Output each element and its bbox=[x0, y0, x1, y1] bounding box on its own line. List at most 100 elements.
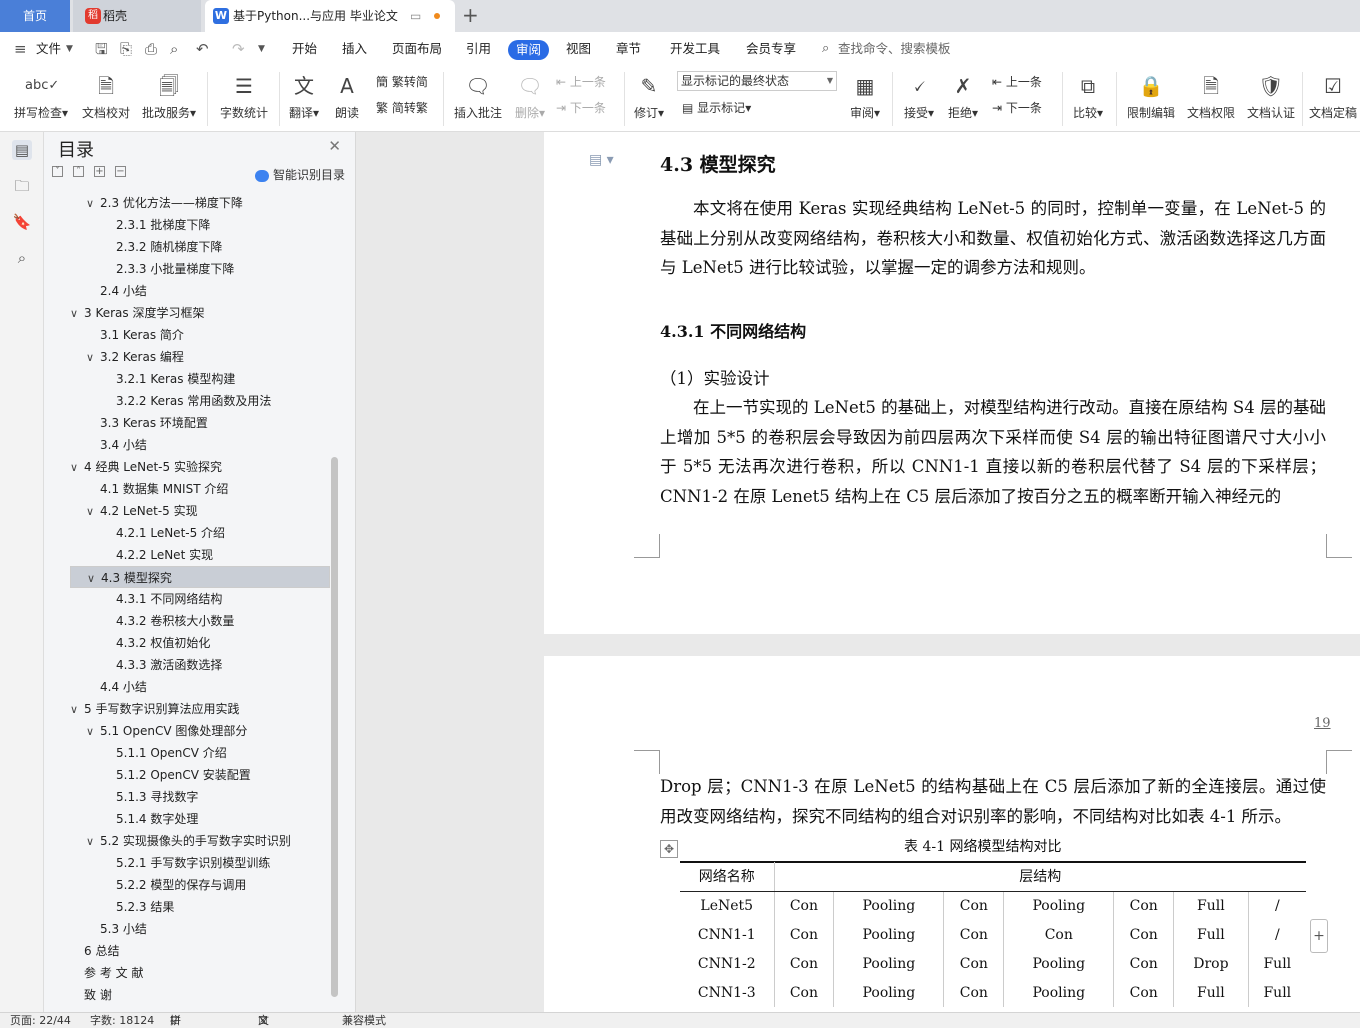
toc-item[interactable]: 5.1.3 寻找数字 bbox=[70, 786, 330, 808]
read-aloud-button[interactable]: A 朗读 bbox=[330, 70, 364, 121]
toc-scrollbar[interactable] bbox=[331, 457, 338, 997]
toc-item[interactable]: ∨ 2.3 优化方法——梯度下降 bbox=[70, 192, 330, 214]
chapter-nav-icon[interactable]: 🗀 bbox=[12, 176, 32, 196]
add-column-icon[interactable]: + bbox=[1310, 919, 1328, 953]
toc-item[interactable]: ∨ 3 Keras 深度学习框架 bbox=[70, 302, 330, 324]
remove-heading-icon[interactable]: − bbox=[115, 166, 126, 177]
toc-item[interactable]: ∨ 4.3 模型探究 bbox=[70, 566, 330, 588]
toc-item[interactable]: 2.3.3 小批量梯度下降 bbox=[70, 258, 330, 280]
markup-state-select[interactable]: 显示标记的最终状态 ▼ bbox=[677, 71, 837, 91]
review-pane-button[interactable]: ▦ 审阅▾ bbox=[846, 70, 884, 121]
toc-item[interactable]: 4.3.2 卷积核大小数量 bbox=[70, 610, 330, 632]
reject-button[interactable]: ✗ 拒绝▾ bbox=[944, 70, 982, 121]
menu-view[interactable]: 视图 bbox=[566, 32, 591, 66]
toc-item[interactable]: 5.2.1 手写数字识别模型训练 bbox=[70, 852, 330, 874]
menu-review[interactable]: 审阅 bbox=[508, 40, 550, 60]
chevron-down-icon[interactable]: ∨ bbox=[70, 699, 84, 721]
toc-item[interactable]: 参 考 文 献 bbox=[70, 962, 330, 984]
chevron-down-icon[interactable]: ∨ bbox=[86, 193, 100, 215]
add-heading-icon[interactable]: + bbox=[94, 166, 105, 177]
toc-item[interactable]: 5.1.2 OpenCV 安装配置 bbox=[70, 764, 330, 786]
toc-item[interactable]: 2.3.2 随机梯度下降 bbox=[70, 236, 330, 258]
toc-item[interactable]: ∨ 5.2 实现摄像头的手写数字实时识别 bbox=[70, 830, 330, 852]
toc-item[interactable]: 3.1 Keras 简介 bbox=[70, 324, 330, 346]
toc-item[interactable]: 4.2.1 LeNet-5 介绍 bbox=[70, 522, 330, 544]
chevron-down-icon[interactable]: ∨ bbox=[87, 568, 101, 590]
toc-item[interactable]: 致 谢 bbox=[70, 984, 330, 1006]
table-move-icon[interactable]: ✥ bbox=[660, 840, 678, 858]
word-count-indicator[interactable]: 字数: 18124 bbox=[90, 1013, 154, 1028]
word-count-button[interactable]: ☰ 字数统计 bbox=[216, 70, 272, 121]
redo-icon[interactable]: ↷ bbox=[232, 32, 245, 66]
command-search[interactable]: 查找命令、搜索模板 bbox=[838, 32, 951, 66]
menu-insert[interactable]: 插入 bbox=[342, 32, 367, 66]
toc-item[interactable]: 3.3 Keras 环境配置 bbox=[70, 412, 330, 434]
toc-item[interactable]: 2.4 小结 bbox=[70, 280, 330, 302]
toc-item[interactable]: 2.3.1 批梯度下降 bbox=[70, 214, 330, 236]
print-icon[interactable]: ⎙ bbox=[145, 32, 157, 66]
toc-item[interactable]: 4.2.2 LeNet 实现 bbox=[70, 544, 330, 566]
toc-item[interactable]: 4.4 小结 bbox=[70, 676, 330, 698]
export-pdf-icon[interactable]: ⎘ bbox=[120, 32, 132, 66]
toc-pane-icon[interactable]: ▤ bbox=[12, 140, 32, 160]
chevron-down-icon[interactable]: ∨ bbox=[70, 303, 84, 325]
quick-access-more-icon[interactable]: ▼ bbox=[258, 32, 265, 66]
menu-layout[interactable]: 页面布局 bbox=[392, 32, 442, 66]
close-icon[interactable]: ✕ bbox=[328, 137, 341, 155]
show-markup-button[interactable]: ▤ 显示标记▾ bbox=[682, 98, 751, 118]
track-changes-button[interactable]: ✎ 修订▾ bbox=[630, 70, 668, 121]
bookmark-icon[interactable]: 🔖 bbox=[12, 212, 32, 232]
chevron-down-icon[interactable]: ▼ bbox=[66, 32, 73, 66]
insert-comment-button[interactable]: 🗨 插入批注 bbox=[450, 70, 506, 121]
toc-item[interactable]: ∨ 3.2 Keras 编程 bbox=[70, 346, 330, 368]
tab-home[interactable]: 首页 bbox=[0, 0, 70, 32]
toc-item[interactable]: 6 总结 bbox=[70, 940, 330, 962]
undo-icon[interactable]: ↶ bbox=[196, 32, 209, 66]
prev-change-button[interactable]: ⇤ 上一条 bbox=[992, 72, 1042, 92]
search-icon[interactable]: ⌕ bbox=[822, 32, 829, 66]
chevron-down-icon[interactable]: ∨ bbox=[86, 501, 100, 523]
screen-icon[interactable]: ▭ bbox=[410, 0, 421, 32]
chevron-down-icon[interactable]: ∨ bbox=[86, 721, 100, 743]
chevron-down-icon[interactable]: ∨ bbox=[86, 347, 100, 369]
toc-item[interactable]: 3.4 小结 bbox=[70, 434, 330, 456]
toc-item[interactable]: 5.2.2 模型的保存与调用 bbox=[70, 874, 330, 896]
tab-daoke[interactable]: 稻稻壳 bbox=[73, 0, 201, 32]
trad-to-simp-button[interactable]: 簡 繁转简 bbox=[376, 72, 428, 92]
toc-item[interactable]: 3.2.1 Keras 模型构建 bbox=[70, 368, 330, 390]
toc-item[interactable]: 5.1.4 数字处理 bbox=[70, 808, 330, 830]
compare-button[interactable]: ⧉ 比较▾ bbox=[1068, 70, 1108, 121]
revise-service-button[interactable]: 🗐 批改服务▾ bbox=[140, 70, 198, 121]
toc-item[interactable]: 5.1.1 OpenCV 介绍 bbox=[70, 742, 330, 764]
doc-finalize-button[interactable]: ☑ 文档定稿 bbox=[1306, 70, 1360, 121]
chevron-down-icon[interactable]: ∨ bbox=[70, 457, 84, 479]
menu-developer[interactable]: 开发工具 bbox=[670, 32, 720, 66]
print-preview-icon[interactable]: ⌕ bbox=[170, 32, 178, 66]
save-icon[interactable]: 🖫 bbox=[95, 32, 108, 66]
menu-file[interactable]: 文件 bbox=[36, 32, 61, 66]
doc-proof-button[interactable]: 🗎 文档校对 bbox=[80, 70, 132, 121]
page-indicator[interactable]: 页面: 22/44 bbox=[10, 1013, 71, 1028]
find-icon[interactable]: ⌕ bbox=[12, 248, 32, 268]
simp-to-trad-button[interactable]: 繁 简转繁 bbox=[376, 98, 428, 118]
prev-comment-button[interactable]: ⇤ 上一条 bbox=[556, 72, 606, 92]
delete-comment-button[interactable]: 🗨 删除▾ bbox=[510, 70, 550, 121]
collapse-all-icon[interactable]: ˄ bbox=[73, 166, 84, 177]
new-tab-button[interactable]: + bbox=[462, 0, 479, 32]
next-change-button[interactable]: ⇥ 下一条 bbox=[992, 98, 1042, 118]
toc-item[interactable]: 3.2.2 Keras 常用函数及用法 bbox=[70, 390, 330, 412]
menu-start[interactable]: 开始 bbox=[292, 32, 317, 66]
toc-item[interactable]: 4.3.3 激活函数选择 bbox=[70, 654, 330, 676]
toc-item[interactable]: ∨ 5.1 OpenCV 图像处理部分 bbox=[70, 720, 330, 742]
smart-toc-button[interactable]: 智能识别目录 bbox=[254, 166, 345, 183]
toc-item[interactable]: ∨ 5 手写数字识别算法应用实践 bbox=[70, 698, 330, 720]
expand-all-icon[interactable]: ˅ bbox=[52, 166, 63, 177]
accept-button[interactable]: 🗸 接受▾ bbox=[900, 70, 938, 121]
toc-item[interactable]: 5.3 小结 bbox=[70, 918, 330, 940]
translate-button[interactable]: 文翻译▾ bbox=[286, 70, 322, 121]
toc-item[interactable]: 4.3.2 权值初始化 bbox=[70, 632, 330, 654]
chevron-down-icon[interactable]: ∨ bbox=[86, 831, 100, 853]
toc-item[interactable]: ∨ 4.2 LeNet-5 实现 bbox=[70, 500, 330, 522]
doc-certify-button[interactable]: 🛡 文档认证 bbox=[1244, 70, 1298, 121]
toc-item[interactable]: 4.1 数据集 MNIST 介绍 bbox=[70, 478, 330, 500]
